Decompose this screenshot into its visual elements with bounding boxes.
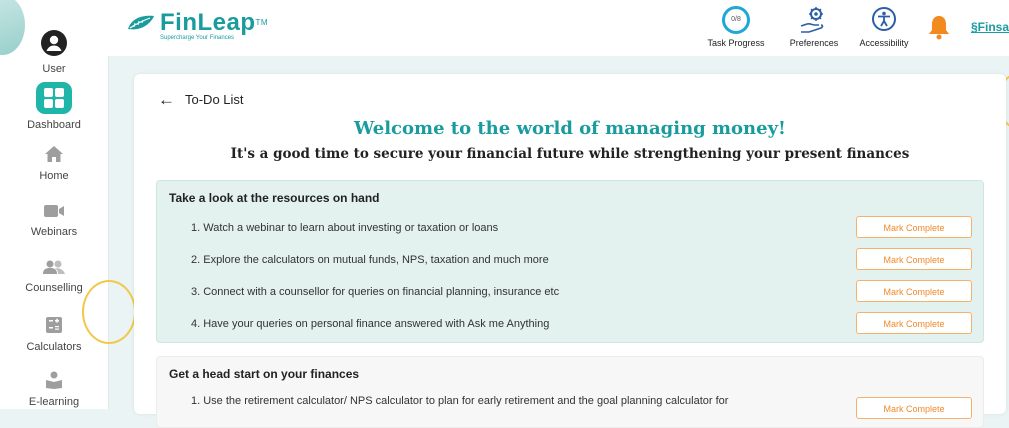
mark-complete-button[interactable]: Mark Complete	[856, 397, 972, 419]
sidebar-item-label: E-learning	[28, 396, 80, 408]
learner-icon	[44, 371, 64, 392]
sidebar-item-label: Webinars	[30, 226, 78, 238]
people-icon	[42, 259, 66, 278]
section-title: Get a head start on your finances	[169, 367, 360, 381]
calculator-icon	[45, 316, 63, 337]
welcome-heading: Welcome to the world of managing money!	[354, 118, 786, 139]
task-item: 4. Have your queries on personal finance…	[191, 318, 550, 330]
mark-complete-button[interactable]: Mark Complete	[856, 280, 972, 302]
trademark: TM	[255, 18, 269, 27]
dashboard-icon	[36, 82, 72, 117]
home-icon	[44, 145, 64, 166]
top-bar: FinLeapTM Supercharge Your Finances 0/8 …	[108, 0, 1009, 56]
sidebar-item-label: Home	[39, 170, 69, 182]
sidebar-item-label: Dashboard	[27, 119, 81, 131]
mark-complete-button[interactable]: Mark Complete	[856, 312, 972, 334]
decorative-arc	[82, 280, 136, 344]
task-progress[interactable]: 0/8 Task Progress	[700, 6, 772, 48]
task-item: 1. Use the retirement calculator/ NPS ca…	[191, 395, 729, 407]
sidebar-item-elearning[interactable]: E-learning	[0, 371, 108, 408]
sidebar-item-label: Calculators	[26, 341, 82, 353]
preferences-button[interactable]: Preferences	[782, 6, 846, 48]
task-item: 2. Explore the calculators on mutual fun…	[191, 254, 549, 266]
section-title: Take a look at the resources on hand	[169, 191, 380, 205]
sidebar-item-user[interactable]: User	[0, 30, 108, 75]
task-item: 1. Watch a webinar to learn about invest…	[191, 222, 499, 234]
app-logo[interactable]: FinLeapTM Supercharge Your Finances	[126, 9, 269, 41]
sidebar-item-home[interactable]: Home	[0, 145, 108, 182]
page-title: To-Do List	[185, 92, 244, 107]
task-progress-label: Task Progress	[707, 38, 765, 48]
leaf-logo-icon	[126, 13, 156, 40]
progress-ring: 0/8	[722, 6, 750, 34]
accessibility-icon	[852, 6, 916, 38]
logo-wordmark: FinLeapTM	[160, 9, 269, 36]
partner-link[interactable]: §Finsa	[971, 20, 1009, 34]
accessibility-button[interactable]: Accessibility	[852, 6, 916, 48]
sidebar-item-webinars[interactable]: Webinars	[0, 203, 108, 238]
sidebar-item-label: User	[42, 63, 66, 75]
hand-gear-icon	[782, 6, 846, 38]
welcome-subtitle: It's a good time to secure your financia…	[230, 146, 910, 162]
todo-card: ← To-Do List Welcome to the world of man…	[134, 74, 1006, 428]
accessibility-label: Accessibility	[859, 38, 909, 48]
partner-logo-icon: §	[970, 20, 978, 34]
video-camera-icon	[43, 203, 65, 222]
head-start-section: Get a head start on your finances 1. Use…	[156, 356, 984, 428]
bell-icon[interactable]	[928, 14, 950, 45]
mark-complete-button[interactable]: Mark Complete	[856, 216, 972, 238]
task-item: 3. Connect with a counsellor for queries…	[191, 286, 560, 298]
sidebar-item-dashboard[interactable]: Dashboard	[0, 82, 108, 131]
sidebar: User Dashboard Home Webinars Counselling…	[0, 0, 109, 409]
back-arrow-icon: ←	[158, 89, 175, 109]
preferences-label: Preferences	[789, 38, 839, 48]
user-icon	[41, 30, 67, 59]
resources-section: Take a look at the resources on hand 1. …	[156, 180, 984, 343]
back-link[interactable]: ← To-Do List	[158, 89, 244, 109]
mark-complete-button[interactable]: Mark Complete	[856, 248, 972, 270]
